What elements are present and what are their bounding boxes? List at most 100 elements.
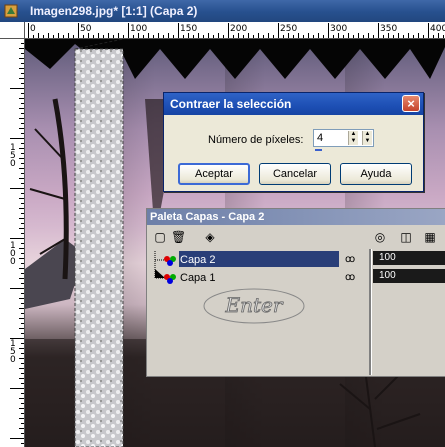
- ruler-tick: [38, 33, 39, 38]
- ruler-label: 250: [280, 24, 298, 34]
- slider-indicator: [315, 149, 322, 151]
- pixels-label: Número de píxeles:: [208, 134, 304, 146]
- visibility-toggle-icon[interactable]: ꝏ: [345, 272, 355, 283]
- ruler-tick: [21, 193, 24, 194]
- ruler-tick: [193, 35, 194, 38]
- ruler-tick: [423, 35, 424, 38]
- mask-icon[interactable]: ◈: [203, 230, 217, 244]
- ruler-tick: [21, 43, 24, 44]
- vertical-ruler: 150100150: [0, 38, 25, 447]
- ruler-tick: [21, 73, 24, 74]
- ruler-tick: [213, 35, 214, 38]
- ruler-tick: [428, 23, 429, 38]
- ruler-tick: [68, 33, 69, 38]
- ruler-tick: [21, 393, 24, 394]
- ruler-tick: [21, 143, 24, 144]
- spinner-arrows-icon[interactable]: ▲ ▼: [348, 131, 358, 145]
- close-icon[interactable]: ×: [402, 95, 420, 112]
- ruler-tick: [233, 35, 234, 38]
- ruler-tick: [21, 383, 24, 384]
- ruler-tick: [158, 33, 159, 38]
- ruler-label: 400: [430, 24, 445, 34]
- ruler-tick: [19, 98, 24, 99]
- layer-name[interactable]: Capa 2: [179, 253, 216, 267]
- ruler-tick: [443, 35, 444, 38]
- ruler-tick: [21, 353, 24, 354]
- ruler-tick: [398, 33, 399, 38]
- ruler-tick: [268, 33, 269, 38]
- ruler-tick: [19, 218, 24, 219]
- cancel-button[interactable]: Cancelar: [259, 163, 331, 185]
- ruler-tick: [113, 35, 114, 38]
- ruler-label: 300: [330, 24, 348, 34]
- visibility-toggle-icon[interactable]: ꝏ: [345, 254, 355, 265]
- window-title-bar[interactable]: Imagen298.jpg* [1:1] (Capa 2): [0, 0, 445, 22]
- help-button[interactable]: Ayuda: [340, 163, 412, 185]
- ruler-tick: [28, 23, 29, 38]
- palette-title[interactable]: Paleta Capas - Capa 2: [147, 209, 445, 225]
- ruler-tick: [333, 35, 334, 38]
- ruler-tick: [10, 438, 24, 439]
- ruler-tick: [19, 228, 24, 229]
- ruler-tick: [21, 273, 24, 274]
- ruler-tick: [19, 398, 24, 399]
- ruler-tick: [53, 35, 54, 38]
- ruler-label: 50: [80, 24, 92, 34]
- pixels-input[interactable]: 4: [317, 132, 323, 144]
- new-layer-icon[interactable]: ▢: [153, 230, 167, 244]
- opacity-bar-capa-2[interactable]: 100: [373, 251, 445, 265]
- ruler-label: 0: [10, 159, 16, 169]
- ruler-tick: [303, 35, 304, 38]
- ruler-tick: [19, 418, 24, 419]
- ruler-tick: [21, 233, 24, 234]
- ruler-tick: [348, 33, 349, 38]
- ruler-tick: [358, 33, 359, 38]
- ruler-tick: [21, 153, 24, 154]
- ruler-tick: [21, 123, 24, 124]
- ruler-tick: [21, 443, 24, 444]
- opacity-bar-capa-1[interactable]: 100: [373, 269, 445, 283]
- ruler-tick: [163, 35, 164, 38]
- delete-layer-icon[interactable]: 🗑: [171, 230, 186, 244]
- ruler-tick: [208, 33, 209, 38]
- palette-divider: [369, 249, 372, 375]
- dropdown-arrows-icon[interactable]: ▲ ▼: [362, 131, 372, 145]
- ruler-tick: [133, 35, 134, 38]
- blend-icon[interactable]: ▦: [423, 230, 437, 244]
- ruler-tick: [19, 318, 24, 319]
- ruler-tick: [418, 33, 419, 38]
- ruler-tick: [433, 35, 434, 38]
- ok-button[interactable]: Aceptar: [178, 163, 250, 185]
- watermark-text: Enter: [225, 293, 284, 317]
- raster-layer-icon: [164, 256, 176, 266]
- view-icon[interactable]: ◎: [373, 230, 387, 244]
- ruler-tick: [19, 428, 24, 429]
- ruler-tick: [21, 183, 24, 184]
- ruler-tick: [168, 33, 169, 38]
- ruler-tick: [21, 203, 24, 204]
- ruler-tick: [21, 303, 24, 304]
- ruler-tick: [19, 68, 24, 69]
- ruler-tick: [21, 113, 24, 114]
- layer-row-capa-2[interactable]: Capa 2 ꝏ: [149, 251, 367, 269]
- dialog-title[interactable]: Contraer la selección: [164, 93, 423, 115]
- ruler-tick: [48, 33, 49, 38]
- ruler-tick: [19, 168, 24, 169]
- ruler-tick: [328, 23, 329, 38]
- ruler-tick: [19, 328, 24, 329]
- ruler-tick: [21, 293, 24, 294]
- ruler-tick: [123, 35, 124, 38]
- ruler-tick: [203, 35, 204, 38]
- visibility-icon[interactable]: ◫: [399, 230, 413, 244]
- ruler-tick: [19, 158, 24, 159]
- ruler-tick: [93, 35, 94, 38]
- ruler-tick: [118, 33, 119, 38]
- ruler-tick: [19, 378, 24, 379]
- ruler-tick: [173, 35, 174, 38]
- ruler-tick: [343, 35, 344, 38]
- ruler-tick: [103, 35, 104, 38]
- raster-layer-icon: [164, 274, 176, 284]
- ruler-tick: [21, 373, 24, 374]
- pixels-spinner[interactable]: 4 ▲ ▼ ▲ ▼: [313, 129, 374, 147]
- ruler-tick: [283, 35, 284, 38]
